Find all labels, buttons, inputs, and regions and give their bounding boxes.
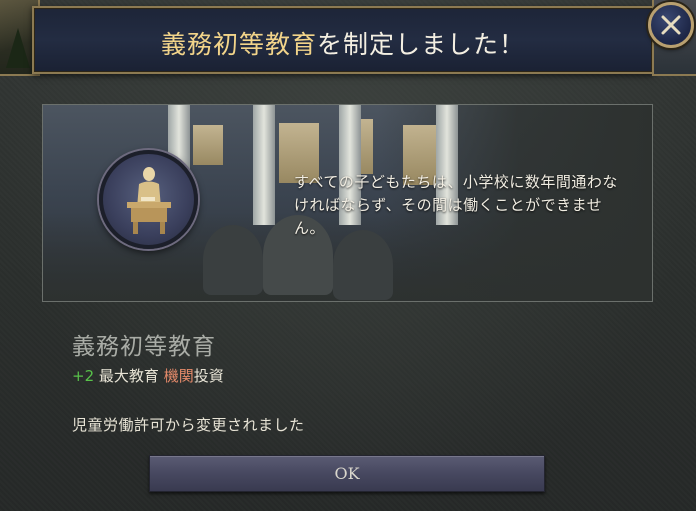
changed-from-note: 児童労働許可から変更されました (72, 416, 305, 434)
effect-value: +2 (72, 367, 95, 385)
law-enacted-dialog: 義務初等教育を制定しました！ すべての子どもたちは、小学校に数年間通わなければな… (0, 0, 696, 511)
effect-term-link[interactable]: 機関 (164, 367, 194, 385)
tree-decoration-icon (6, 28, 30, 68)
dialog-title: 義務初等教育を制定しました！ (34, 25, 652, 61)
close-icon (661, 15, 681, 35)
ok-button[interactable]: OK (149, 455, 545, 492)
title-suffix: を制定しました！ (317, 30, 526, 59)
close-button[interactable] (648, 2, 694, 48)
dialog-header: 義務初等教育を制定しました！ (32, 6, 654, 74)
illustration-panel: すべての子どもたちは、小学校に数年間通わなければならず、その間は働くことができま… (42, 104, 653, 302)
law-effect: +2 最大教育 機関投資 (72, 365, 224, 386)
effect-text: 最大教育 (98, 367, 159, 385)
effect-text-suffix: 投資 (193, 367, 224, 385)
law-description: すべての子どもたちは、小学校に数年間通わなければならず、その間は働くことができま… (294, 173, 618, 237)
teacher-at-desk-icon (127, 167, 171, 234)
title-law-name: 義務初等教育 (160, 30, 317, 59)
law-emblem (99, 150, 198, 249)
law-name: 義務初等教育 (72, 334, 216, 360)
